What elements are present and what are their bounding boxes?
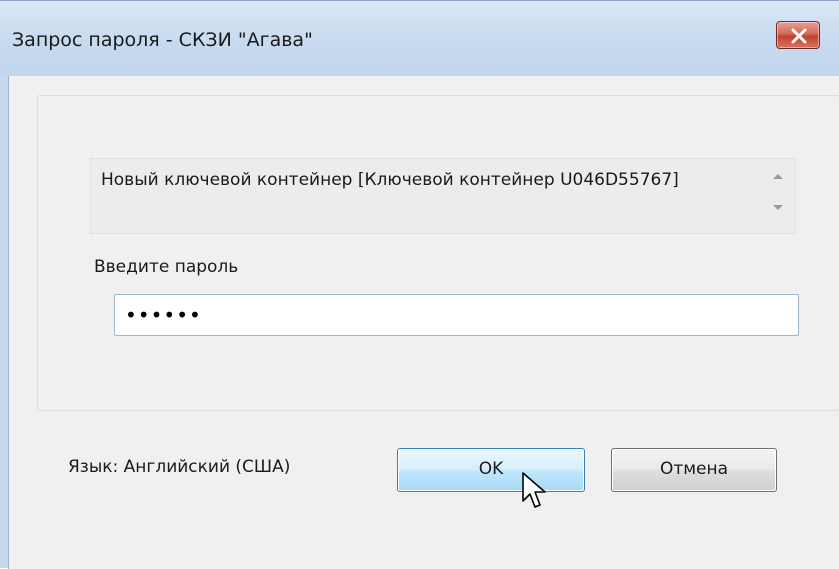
keyboard-language-label: Язык: Английский (США) bbox=[68, 457, 291, 477]
key-container-text: Новый ключевой контейнер [Ключевой конте… bbox=[101, 170, 679, 190]
scroll-down-arrow-icon[interactable] bbox=[771, 203, 785, 213]
close-button[interactable] bbox=[776, 21, 820, 49]
title-bar[interactable]: Запрос пароля - СКЗИ "Агава" bbox=[0, 1, 839, 76]
dialog-window: Запрос пароля - СКЗИ "Агава" Новый ключе… bbox=[0, 0, 839, 569]
password-label: Введите пароль bbox=[94, 257, 239, 277]
cancel-button[interactable]: Отмена bbox=[611, 448, 777, 492]
password-field[interactable] bbox=[114, 294, 799, 336]
dialog-body: Новый ключевой контейнер [Ключевой конте… bbox=[8, 76, 839, 569]
close-icon bbox=[791, 28, 807, 44]
window-title: Запрос пароля - СКЗИ "Агава" bbox=[12, 29, 313, 51]
key-container-box[interactable]: Новый ключевой контейнер [Ключевой конте… bbox=[90, 158, 796, 234]
group-panel: Новый ключевой контейнер [Ключевой конте… bbox=[37, 95, 839, 411]
scroll-up-arrow-icon[interactable] bbox=[771, 171, 785, 181]
ok-button[interactable]: OK bbox=[397, 448, 585, 492]
